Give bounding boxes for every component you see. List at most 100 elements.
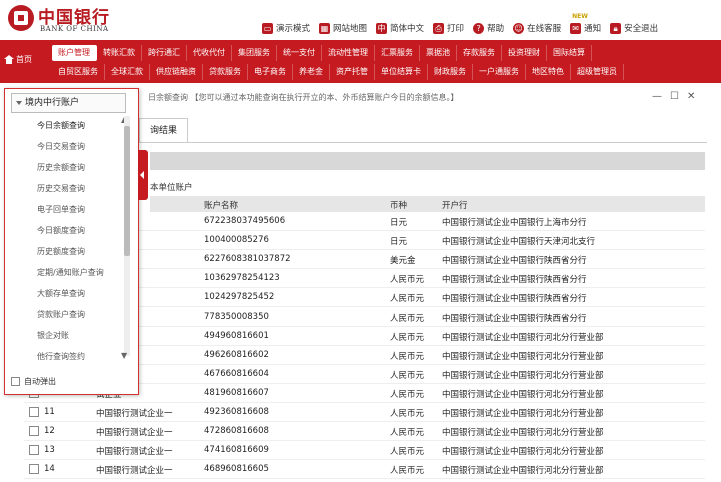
- maximize-icon[interactable]: ☐: [670, 91, 679, 102]
- online-service-link[interactable]: ☺ 在线客服: [513, 22, 561, 34]
- table-row[interactable]: 11 中国银行测试企业一 492360816608 人民币元 中国银行测试企业中国银行河…: [24, 403, 705, 422]
- bank-branch-cell: 中国银行测试企业中国银行陕西省分行: [442, 313, 587, 324]
- nav-row1-item-1[interactable]: 转账汇款: [97, 45, 142, 61]
- popup-menu-item[interactable]: 历史额度查询: [37, 246, 85, 257]
- popup-menu-item[interactable]: 定期/通知账户查询: [37, 267, 104, 278]
- print-link[interactable]: ⎙ 打印: [433, 22, 464, 34]
- tab-query-result[interactable]: 询结果: [139, 118, 189, 143]
- auto-popup-option[interactable]: 自动弹出: [11, 376, 56, 387]
- nav-row1-item-5[interactable]: 统一支付: [277, 45, 322, 61]
- nav-row2-item-8[interactable]: 财政服务: [428, 64, 473, 80]
- column-currency[interactable]: 币种: [390, 199, 407, 211]
- bank-branch-cell: 中国银行测试企业中国银行河北分行营业部: [442, 332, 604, 343]
- currency-cell: 日元: [390, 237, 408, 248]
- scroll-down-icon[interactable]: ▼: [121, 351, 127, 360]
- nav-row1-item-9[interactable]: 存款服务: [457, 45, 502, 61]
- popup-menu-item[interactable]: 银企对账: [37, 330, 69, 341]
- nav-row1-item-6[interactable]: 流动性管理: [322, 45, 375, 61]
- bank-branch-cell: 中国银行测试企业中国银行河北分行营业部: [442, 428, 604, 439]
- popup-menu-item[interactable]: 今日额度查询: [37, 225, 85, 236]
- help-link[interactable]: ? 帮助: [473, 22, 504, 34]
- popup-menu-item[interactable]: 历史余额查询: [37, 162, 85, 173]
- nav-row2-item-0[interactable]: 自贸区服务: [52, 64, 105, 80]
- row-number: 14: [44, 464, 55, 475]
- nav-row2-item-11[interactable]: 超级管理员: [571, 64, 624, 80]
- column-account-name[interactable]: 账户名称: [204, 199, 238, 211]
- row-checkbox[interactable]: [29, 445, 39, 456]
- column-bank[interactable]: 开户行: [442, 199, 468, 211]
- home-label: 首页: [16, 54, 32, 64]
- currency-cell: 人民币元: [390, 428, 425, 439]
- nav-row1-item-8[interactable]: 票据池: [420, 45, 457, 61]
- nav-row1-item-10[interactable]: 投资理财: [502, 45, 547, 61]
- nav-row2-item-3[interactable]: 贷款服务: [203, 64, 248, 80]
- nav-row2-item-4[interactable]: 电子商务: [248, 64, 293, 80]
- toolbar-band: [150, 152, 705, 170]
- nav-row2-item-5[interactable]: 养老金: [293, 64, 330, 80]
- nav-row2-item-1[interactable]: 全球汇款: [105, 64, 150, 80]
- collapse-popup-tab[interactable]: [138, 150, 148, 200]
- online-service-label: 在线客服: [527, 24, 562, 34]
- bank-branch-cell: 中国银行测试企业中国银行河北分行营业部: [442, 370, 604, 381]
- demo-mode-link[interactable]: ▭ 演示模式: [262, 22, 310, 34]
- home-icon: [4, 54, 14, 64]
- help-icon: ?: [473, 22, 485, 34]
- auto-popup-label: 自动弹出: [24, 377, 56, 386]
- currency-cell: 人民币元: [390, 332, 425, 343]
- help-label: 帮助: [487, 24, 505, 34]
- nav-row2-item-6[interactable]: 资产托管: [330, 64, 375, 80]
- popup-menu-item[interactable]: 电子回单查询: [37, 204, 85, 215]
- header: 中国银行 BANK OF CHINA ▭ 演示模式 ▦ 网站地图 中 简体中文 …: [0, 0, 721, 40]
- nav-row2-item-7[interactable]: 单位结算卡: [375, 64, 428, 80]
- home-button[interactable]: 首页: [4, 52, 32, 66]
- table-row[interactable]: 13 中国银行测试企业一 474160816609 人民币元 中国银行测试企业中国银行河…: [24, 441, 705, 461]
- demo-mode-label: 演示模式: [276, 24, 311, 34]
- chat-icon: ☺: [513, 22, 525, 34]
- row-checkbox[interactable]: [29, 426, 39, 437]
- popup-menu-item[interactable]: 今日交易查询: [37, 141, 85, 152]
- sitemap-icon: ▦: [319, 22, 331, 34]
- currency-cell: 人民币元: [390, 294, 425, 305]
- nav-row2-item-10[interactable]: 地区特色: [526, 64, 571, 80]
- row-checkbox[interactable]: [29, 464, 39, 475]
- account-holder-cell: 中国银行测试企业一: [96, 466, 173, 477]
- account-number-cell: 1024297825452: [204, 292, 275, 303]
- auto-popup-checkbox[interactable]: [11, 377, 20, 386]
- popup-menu-item[interactable]: 历史交易查询: [37, 183, 85, 194]
- minimize-icon[interactable]: —: [652, 91, 662, 102]
- row-number: 12: [44, 426, 55, 437]
- nav-row1-item-11[interactable]: 国际结算: [547, 45, 592, 61]
- account-type-select[interactable]: 境内中行账户: [11, 93, 126, 113]
- nav-row1-item-4[interactable]: 集团服务: [232, 45, 277, 61]
- notification-label: 通知: [584, 24, 602, 34]
- nav-row1-item-2[interactable]: 跨行通汇: [142, 45, 187, 61]
- scrollbar-thumb[interactable]: [124, 126, 130, 256]
- row-checkbox[interactable]: [29, 407, 39, 417]
- bank-branch-cell: 中国银行测试企业中国银行陕西省分行: [442, 275, 587, 286]
- table-row[interactable]: 12 中国银行测试企业一 472860816608 人民币元 中国银行测试企业中国银行河…: [24, 422, 705, 442]
- popup-menu-item[interactable]: 贷款账户查询: [37, 309, 85, 320]
- popup-menu-item[interactable]: 他行查询签约: [37, 351, 85, 362]
- currency-cell: 人民币元: [390, 275, 425, 286]
- language-link[interactable]: 中 简体中文: [376, 22, 424, 34]
- nav-row2-item-2[interactable]: 供应链融资: [150, 64, 203, 80]
- popup-scrollbar[interactable]: [124, 116, 130, 356]
- logout-link[interactable]: 🔒︎ 安全退出: [610, 22, 658, 34]
- table-row[interactable]: 14 中国银行测试企业一 468960816605 人民币元 中国银行测试企业中国银行河…: [24, 460, 705, 480]
- popup-menu-item[interactable]: 大额存单查询: [37, 288, 85, 299]
- nav-row1-item-0[interactable]: 账户管理: [52, 45, 97, 61]
- nav-row1-item-3[interactable]: 代收代付: [187, 45, 232, 61]
- top-links: ▭ 演示模式 ▦ 网站地图 中 简体中文 ⎙ 打印 ? 帮助 ☺ 在线客服 NE…: [262, 13, 667, 36]
- notification-link[interactable]: NEW ✉ 通知: [570, 13, 602, 34]
- account-number-cell: 494960816601: [204, 330, 269, 341]
- window-controls: — ☐ ✕: [652, 91, 695, 102]
- sitemap-link[interactable]: ▦ 网站地图: [319, 22, 367, 34]
- popup-menu-item[interactable]: 今日余额查询: [37, 120, 85, 131]
- bank-logo[interactable]: 中国银行 BANK OF CHINA: [8, 3, 128, 37]
- close-icon[interactable]: ✕: [687, 91, 695, 102]
- nav-row2-item-9[interactable]: 一户通服务: [473, 64, 526, 80]
- page-info: 日余额查询 【您可以通过本功能查询在执行开立的本、外币结算账户今日的余额信息。】: [148, 93, 459, 102]
- nav-row1-item-7[interactable]: 汇票服务: [375, 45, 420, 61]
- currency-cell: 人民币元: [390, 313, 425, 324]
- currency-cell: 人民币元: [390, 351, 425, 362]
